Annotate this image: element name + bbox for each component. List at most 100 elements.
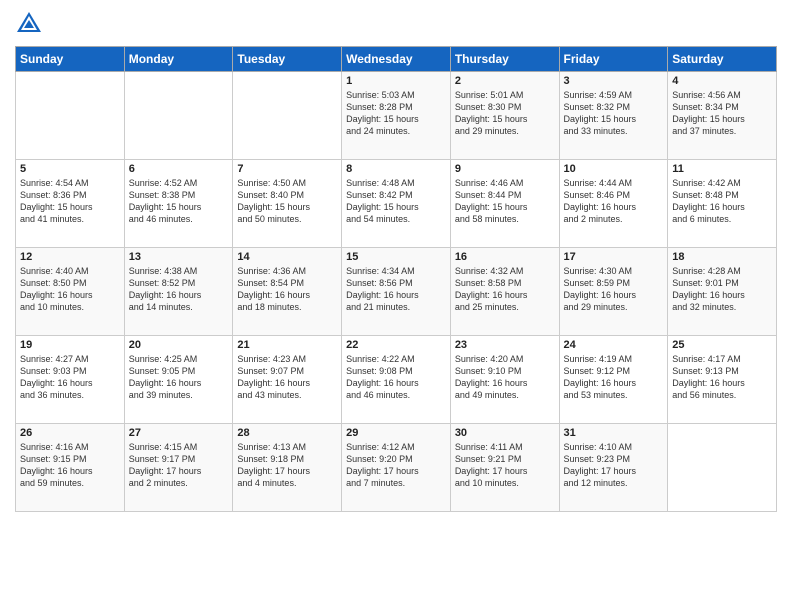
day-number: 9 [455,163,555,175]
calendar-week-row: 19 Sunrise: 4:27 AM Sunset: 9:03 PM Dayli… [16,336,777,424]
calendar-cell: 15 Sunrise: 4:34 AM Sunset: 8:56 PM Dayli… [342,248,451,336]
day-number: 28 [237,427,337,439]
calendar-week-row: 1 Sunrise: 5:03 AM Sunset: 8:28 PM Daylig… [16,72,777,160]
day-info: Sunrise: 4:56 AM Sunset: 8:34 PM Dayligh… [672,89,772,138]
logo [15,10,47,38]
calendar-cell: 10 Sunrise: 4:44 AM Sunset: 8:46 PM Dayli… [559,160,668,248]
day-info: Sunrise: 4:27 AM Sunset: 9:03 PM Dayligh… [20,353,120,402]
calendar-cell: 19 Sunrise: 4:27 AM Sunset: 9:03 PM Dayli… [16,336,125,424]
calendar-cell: 26Sunrise: 4:16 AM Sunset: 9:15 PM Dayli… [16,424,125,512]
day-info: Sunrise: 4:13 AM Sunset: 9:18 PM Dayligh… [237,441,337,490]
day-info: Sunrise: 4:15 AM Sunset: 9:17 PM Dayligh… [129,441,229,490]
calendar-cell: 12Sunrise: 4:40 AM Sunset: 8:50 PM Dayli… [16,248,125,336]
calendar-cell: 22 Sunrise: 4:22 AM Sunset: 9:08 PM Dayli… [342,336,451,424]
day-number: 16 [455,251,555,263]
calendar-week-row: 26Sunrise: 4:16 AM Sunset: 9:15 PM Dayli… [16,424,777,512]
weekday-header: Tuesday [233,47,342,72]
calendar-cell: 29 Sunrise: 4:12 AM Sunset: 9:20 PM Dayli… [342,424,451,512]
day-info: Sunrise: 5:03 AM Sunset: 8:28 PM Dayligh… [346,89,446,138]
weekday-header: Monday [124,47,233,72]
calendar-cell [124,72,233,160]
calendar-cell: 24 Sunrise: 4:19 AM Sunset: 9:12 PM Dayli… [559,336,668,424]
day-number: 19 [20,339,120,351]
calendar-cell [668,424,777,512]
day-info: Sunrise: 4:42 AM Sunset: 8:48 PM Dayligh… [672,177,772,226]
page: SundayMondayTuesdayWednesdayThursdayFrid… [0,0,792,612]
calendar-cell: 7 Sunrise: 4:50 AM Sunset: 8:40 PM Daylig… [233,160,342,248]
calendar-cell: 6 Sunrise: 4:52 AM Sunset: 8:38 PM Daylig… [124,160,233,248]
day-number: 23 [455,339,555,351]
day-number: 31 [564,427,664,439]
calendar-cell: 1 Sunrise: 5:03 AM Sunset: 8:28 PM Daylig… [342,72,451,160]
calendar-cell: 14Sunrise: 4:36 AM Sunset: 8:54 PM Dayli… [233,248,342,336]
day-info: Sunrise: 4:52 AM Sunset: 8:38 PM Dayligh… [129,177,229,226]
calendar-cell: 17 Sunrise: 4:30 AM Sunset: 8:59 PM Dayli… [559,248,668,336]
day-info: Sunrise: 4:32 AM Sunset: 8:58 PM Dayligh… [455,265,555,314]
day-info: Sunrise: 4:22 AM Sunset: 9:08 PM Dayligh… [346,353,446,402]
day-number: 20 [129,339,229,351]
calendar-cell: 20 Sunrise: 4:25 AM Sunset: 9:05 PM Dayli… [124,336,233,424]
day-number: 3 [564,75,664,87]
day-info: Sunrise: 4:44 AM Sunset: 8:46 PM Dayligh… [564,177,664,226]
day-info: Sunrise: 4:28 AM Sunset: 9:01 PM Dayligh… [672,265,772,314]
day-number: 22 [346,339,446,351]
calendar-cell: 27Sunrise: 4:15 AM Sunset: 9:17 PM Dayli… [124,424,233,512]
day-number: 18 [672,251,772,263]
day-number: 2 [455,75,555,87]
day-info: Sunrise: 4:17 AM Sunset: 9:13 PM Dayligh… [672,353,772,402]
calendar-cell: 3 Sunrise: 4:59 AM Sunset: 8:32 PM Daylig… [559,72,668,160]
weekday-header: Thursday [450,47,559,72]
day-info: Sunrise: 4:54 AM Sunset: 8:36 PM Dayligh… [20,177,120,226]
day-info: Sunrise: 4:10 AM Sunset: 9:23 PM Dayligh… [564,441,664,490]
day-info: Sunrise: 4:40 AM Sunset: 8:50 PM Dayligh… [20,265,120,314]
day-number: 13 [129,251,229,263]
calendar-body: 1 Sunrise: 5:03 AM Sunset: 8:28 PM Daylig… [16,72,777,512]
day-info: Sunrise: 4:16 AM Sunset: 9:15 PM Dayligh… [20,441,120,490]
calendar-cell: 5 Sunrise: 4:54 AM Sunset: 8:36 PM Daylig… [16,160,125,248]
day-info: Sunrise: 4:46 AM Sunset: 8:44 PM Dayligh… [455,177,555,226]
day-number: 1 [346,75,446,87]
calendar-cell [16,72,125,160]
day-info: Sunrise: 4:38 AM Sunset: 8:52 PM Dayligh… [129,265,229,314]
day-number: 5 [20,163,120,175]
day-number: 6 [129,163,229,175]
calendar-cell: 11 Sunrise: 4:42 AM Sunset: 8:48 PM Dayli… [668,160,777,248]
calendar-table: SundayMondayTuesdayWednesdayThursdayFrid… [15,46,777,512]
day-number: 8 [346,163,446,175]
day-number: 29 [346,427,446,439]
day-info: Sunrise: 4:48 AM Sunset: 8:42 PM Dayligh… [346,177,446,226]
day-number: 15 [346,251,446,263]
day-info: Sunrise: 4:50 AM Sunset: 8:40 PM Dayligh… [237,177,337,226]
weekday-header: Saturday [668,47,777,72]
day-info: Sunrise: 4:12 AM Sunset: 9:20 PM Dayligh… [346,441,446,490]
calendar-cell: 9 Sunrise: 4:46 AM Sunset: 8:44 PM Daylig… [450,160,559,248]
calendar-header: SundayMondayTuesdayWednesdayThursdayFrid… [16,47,777,72]
day-info: Sunrise: 4:25 AM Sunset: 9:05 PM Dayligh… [129,353,229,402]
calendar-cell [233,72,342,160]
calendar-cell: 30Sunrise: 4:11 AM Sunset: 9:21 PM Dayli… [450,424,559,512]
day-number: 17 [564,251,664,263]
day-number: 10 [564,163,664,175]
day-info: Sunrise: 4:59 AM Sunset: 8:32 PM Dayligh… [564,89,664,138]
day-info: Sunrise: 4:30 AM Sunset: 8:59 PM Dayligh… [564,265,664,314]
day-number: 25 [672,339,772,351]
header [15,10,777,38]
calendar-cell: 2 Sunrise: 5:01 AM Sunset: 8:30 PM Daylig… [450,72,559,160]
day-info: Sunrise: 5:01 AM Sunset: 8:30 PM Dayligh… [455,89,555,138]
day-info: Sunrise: 4:34 AM Sunset: 8:56 PM Dayligh… [346,265,446,314]
day-info: Sunrise: 4:23 AM Sunset: 9:07 PM Dayligh… [237,353,337,402]
calendar-week-row: 12Sunrise: 4:40 AM Sunset: 8:50 PM Dayli… [16,248,777,336]
day-number: 4 [672,75,772,87]
day-number: 7 [237,163,337,175]
day-number: 24 [564,339,664,351]
day-number: 14 [237,251,337,263]
calendar-cell: 31 Sunrise: 4:10 AM Sunset: 9:23 PM Dayli… [559,424,668,512]
day-info: Sunrise: 4:19 AM Sunset: 9:12 PM Dayligh… [564,353,664,402]
day-number: 11 [672,163,772,175]
calendar-week-row: 5 Sunrise: 4:54 AM Sunset: 8:36 PM Daylig… [16,160,777,248]
day-info: Sunrise: 4:11 AM Sunset: 9:21 PM Dayligh… [455,441,555,490]
weekday-header: Sunday [16,47,125,72]
calendar-cell: 4 Sunrise: 4:56 AM Sunset: 8:34 PM Daylig… [668,72,777,160]
calendar-cell: 28 Sunrise: 4:13 AM Sunset: 9:18 PM Dayli… [233,424,342,512]
weekday-header: Wednesday [342,47,451,72]
